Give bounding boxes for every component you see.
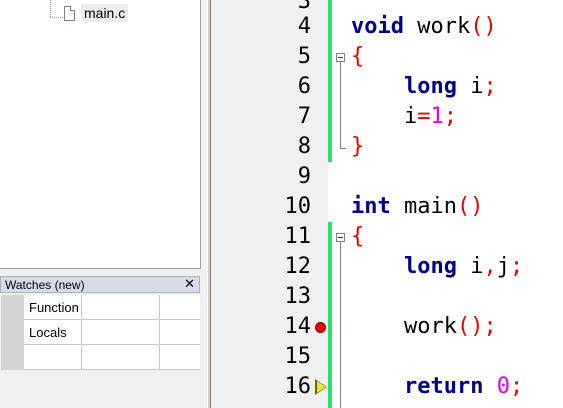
keyword: return: [403, 374, 484, 399]
watch-value-cell[interactable]: [82, 295, 160, 320]
line-number: 14: [284, 314, 312, 339]
code-line-7[interactable]: i=1;: [351, 102, 457, 132]
fold-guide: [340, 62, 341, 148]
code-line-4[interactable]: void work(): [351, 12, 497, 42]
line-number: 10: [284, 194, 312, 219]
code-line-5[interactable]: {: [351, 42, 364, 72]
watch-name-cell[interactable]: Function: [24, 295, 82, 320]
fold-guide: [340, 242, 341, 408]
identifier: i: [456, 74, 484, 99]
code-line-12[interactable]: long i,j;: [351, 252, 523, 282]
punct: ;: [483, 314, 497, 339]
code-line-16[interactable]: return 0;: [351, 372, 523, 402]
tree-connector: [50, 0, 52, 17]
identifier: i: [403, 104, 418, 129]
brace: {: [351, 44, 365, 69]
identifier: work: [403, 314, 457, 339]
line-number: 16: [284, 374, 312, 399]
current-line-arrow-fill: [317, 381, 326, 393]
watch-name-cell[interactable]: Locals: [24, 320, 82, 345]
punct: (): [456, 194, 484, 219]
watch-type-cell[interactable]: [160, 345, 200, 370]
punct: ;: [509, 374, 524, 399]
tree-connector-horizontal: [50, 17, 63, 19]
line-number: 6: [297, 74, 311, 99]
line-number: 4: [297, 14, 311, 39]
breakpoint-icon[interactable]: [315, 322, 326, 333]
line-number: 11: [284, 224, 312, 249]
keyword: long: [403, 254, 457, 279]
line-number: 7: [297, 104, 311, 129]
identifier: i: [456, 254, 484, 279]
punct: ;: [509, 254, 524, 279]
line-number: 15: [284, 344, 312, 369]
project-tree[interactable]: main.c: [0, 0, 201, 269]
watches-title: Watches (new): [5, 278, 85, 292]
line-number: 9: [297, 164, 311, 189]
watches-header: Watches (new) ✕: [0, 276, 200, 293]
punct: ;: [443, 104, 457, 129]
left-panel: main.c Watches (new) ✕ Function Locals: [0, 0, 207, 408]
brace: }: [351, 134, 365, 159]
watch-row-function[interactable]: Function: [24, 295, 200, 320]
tree-item-main-c[interactable]: main.c: [81, 4, 129, 22]
identifier: j: [496, 254, 510, 279]
number-literal: 1: [430, 104, 444, 129]
watches-row-gutter: [1, 295, 24, 370]
line-number: 12: [284, 254, 312, 279]
code-line-8[interactable]: }: [351, 132, 364, 162]
watch-row-locals[interactable]: Locals: [24, 320, 200, 345]
punct: (): [470, 14, 497, 39]
watch-row-empty[interactable]: [24, 345, 200, 370]
watch-type-cell[interactable]: [160, 295, 200, 320]
code-line-11[interactable]: {: [351, 222, 364, 252]
punct: ;: [483, 74, 497, 99]
keyword: long: [403, 74, 457, 99]
number-literal: 0: [496, 374, 510, 399]
change-bar: [328, 222, 332, 408]
line-number: 8: [297, 134, 311, 159]
punct: =: [417, 104, 431, 129]
watches-table: Function Locals: [1, 295, 200, 370]
identifier: main: [390, 194, 457, 219]
watch-value-cell[interactable]: [82, 345, 160, 370]
fold-toggle-icon[interactable]: [336, 53, 345, 62]
code-line-6[interactable]: long i;: [351, 72, 497, 102]
line-number: 13: [284, 284, 312, 309]
keyword: int: [351, 194, 391, 219]
punct: (): [456, 314, 484, 339]
change-bar: [328, 0, 332, 162]
fold-toggle-icon[interactable]: [336, 233, 345, 242]
identifier: work: [403, 14, 471, 39]
watch-name-cell[interactable]: [24, 345, 82, 370]
code-line-14[interactable]: work();: [351, 312, 497, 342]
keyword: void: [351, 14, 404, 39]
watch-value-cell[interactable]: [82, 320, 160, 345]
line-number: 5: [297, 44, 311, 69]
punct: ,: [483, 254, 497, 279]
watch-type-cell[interactable]: [160, 320, 200, 345]
file-icon: [64, 6, 75, 21]
close-icon[interactable]: ✕: [184, 277, 195, 293]
brace: {: [351, 224, 365, 249]
fold-end: [340, 148, 346, 149]
code-line-10[interactable]: int main(): [351, 192, 483, 222]
code-editor[interactable]: 3 4 5 6 7 8 9 10 11 12 13 14 15 16 void …: [211, 0, 563, 408]
